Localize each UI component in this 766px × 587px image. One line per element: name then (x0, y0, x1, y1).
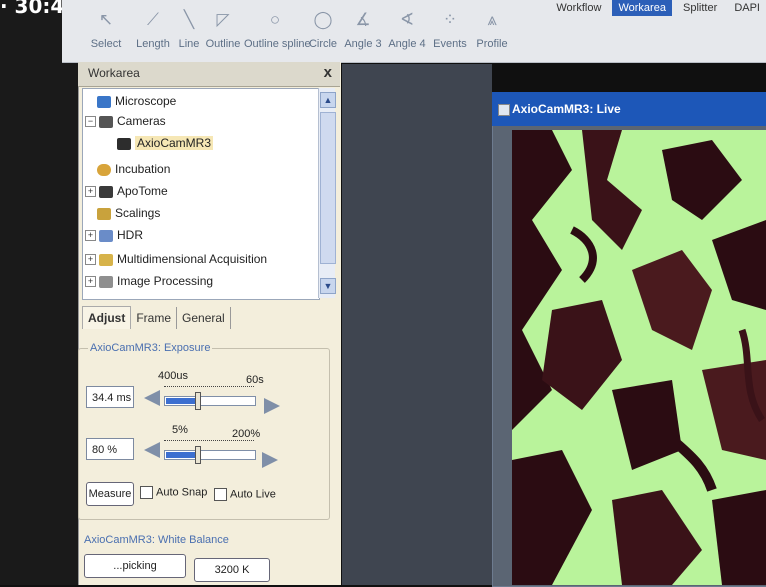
ruler-icon (97, 207, 111, 220)
spline-icon: ○ (269, 10, 281, 29)
slider-fill (166, 452, 197, 458)
slider-ticks (164, 440, 254, 447)
intensity-min-label: 5% (172, 424, 188, 436)
view-tabs: Workflow Workarea Splitter DAPI (548, 0, 766, 22)
slider-fill (166, 398, 197, 404)
hdr-icon (99, 229, 113, 242)
intensity-field[interactable]: 80 % (86, 438, 134, 460)
expand-icon[interactable]: + (85, 276, 96, 288)
checkbox-box[interactable] (214, 488, 227, 501)
increase-time-icon[interactable] (264, 398, 280, 414)
tree-item-image-processing[interactable]: + Image Processing (85, 271, 213, 291)
acquisition-icon (99, 253, 113, 266)
tree-item-multidimensional[interactable]: + Multidimensional Acquisition (85, 249, 267, 269)
tool-outline-spline[interactable]: ○ Outline spline (244, 0, 311, 62)
expand-icon[interactable]: + (85, 186, 96, 198)
tool-line[interactable]: ╲ Line (174, 0, 204, 62)
tool-angle4[interactable]: ∢ Angle 4 (386, 0, 428, 62)
slider-knob[interactable] (194, 446, 201, 464)
tool-select[interactable]: ↖ Select (84, 0, 128, 62)
scroll-down-icon[interactable]: ▼ (320, 278, 336, 294)
image-processing-icon (99, 275, 113, 288)
tool-angle3[interactable]: ∡ Angle 3 (342, 0, 384, 62)
measure-button[interactable]: Measure (86, 482, 134, 506)
tool-circle[interactable]: ◯ Circle (308, 0, 338, 62)
angle3-icon: ∡ (355, 10, 371, 29)
incubation-icon (97, 163, 111, 176)
tool-events[interactable]: ⁘ Events (430, 0, 470, 62)
tab-workflow[interactable]: Workflow (550, 0, 607, 16)
decrease-intensity-icon[interactable] (144, 442, 160, 458)
exposure-time-slider[interactable] (164, 386, 256, 410)
camera-icon (99, 115, 113, 128)
line-icon: ╲ (183, 10, 195, 29)
slider-track (164, 450, 256, 460)
select-icon: ↖ (98, 10, 114, 29)
auto-snap-checkbox[interactable]: Auto Snap (140, 486, 207, 499)
workspace-background (342, 64, 492, 585)
exposure-time-field[interactable]: 34.4 ms (86, 386, 134, 408)
workarea-title: Workarea (88, 66, 140, 80)
expand-icon[interactable]: + (85, 230, 96, 242)
tree-item-apotome[interactable]: + ApoTome (85, 181, 168, 201)
tree-item-hdr[interactable]: + HDR (85, 225, 143, 245)
outline-icon: ◸ (216, 10, 230, 29)
window-icon (498, 104, 510, 116)
auto-live-checkbox[interactable]: Auto Live (214, 488, 276, 501)
intensity-max-label: 200% (232, 428, 261, 440)
toolbar: ↖ Select ⟋ Length ╲ Line ◸ Outline ○ Outline … (62, 0, 766, 63)
time-min-label: 400us (158, 370, 188, 382)
checkbox-box[interactable] (140, 486, 153, 499)
close-icon[interactable]: x (324, 64, 332, 81)
workarea-tree: Microscope − Cameras AxioCamMR3 Incubatio… (82, 88, 320, 300)
collapse-icon[interactable]: − (85, 116, 96, 128)
exposure-title: AxioCamMR3: Exposure (88, 342, 213, 354)
tree-item-axiocam[interactable]: AxioCamMR3 (117, 133, 214, 153)
tab-splitter[interactable]: Splitter (677, 0, 723, 16)
angle4-icon: ∢ (399, 10, 415, 29)
white-balance-title: AxioCamMR3: White Balance (82, 534, 231, 546)
tree-scrollbar[interactable]: ▲ ▼ (318, 88, 336, 298)
tab-dapi[interactable]: DAPI (728, 0, 766, 16)
scroll-thumb[interactable] (320, 112, 336, 264)
tissue-image (512, 130, 766, 585)
tab-frame[interactable]: Frame (131, 307, 178, 329)
apotome-icon (99, 185, 113, 198)
live-title: AxioCamMR3: Live (512, 102, 621, 116)
slider-track (164, 396, 256, 406)
decrease-time-icon[interactable] (144, 390, 160, 406)
tab-workarea[interactable]: Workarea (612, 0, 672, 16)
monitor-bezel (0, 0, 78, 585)
events-icon: ⁘ (442, 10, 458, 29)
increase-intensity-icon[interactable] (262, 452, 278, 468)
tab-adjust[interactable]: Adjust (82, 306, 132, 329)
tool-outline[interactable]: ◸ Outline (202, 0, 244, 62)
expand-icon[interactable]: + (85, 254, 96, 266)
tree-item-cameras[interactable]: − Cameras (85, 111, 166, 131)
workarea-titlebar: Workarea x (78, 62, 340, 87)
live-image[interactable] (512, 130, 766, 585)
time-max-label: 60s (246, 374, 264, 386)
tree-item-incubation[interactable]: Incubation (97, 159, 170, 179)
picking-button[interactable]: ...picking (84, 554, 186, 578)
tab-general[interactable]: General (177, 307, 231, 329)
scroll-up-icon[interactable]: ▲ (320, 92, 336, 108)
tree-item-microscope[interactable]: Microscope (97, 91, 176, 111)
circle-icon: ◯ (313, 10, 333, 29)
profile-icon: ⩓ (487, 10, 497, 29)
slider-knob[interactable] (194, 392, 201, 410)
tool-profile[interactable]: ⩓ Profile (472, 0, 512, 62)
length-icon: ⟋ (147, 10, 159, 29)
microscope-icon (97, 95, 111, 108)
color-temp-button[interactable]: 3200 K (194, 558, 270, 582)
panel-tabs: Adjust Frame General (82, 306, 231, 332)
slider-ticks (164, 386, 254, 393)
intensity-slider[interactable] (164, 440, 256, 464)
camera-device-icon (117, 137, 131, 150)
tool-length[interactable]: ⟋ Length (132, 0, 174, 62)
live-titlebar[interactable]: AxioCamMR3: Live (492, 92, 766, 126)
tree-item-scalings[interactable]: Scalings (97, 203, 160, 223)
